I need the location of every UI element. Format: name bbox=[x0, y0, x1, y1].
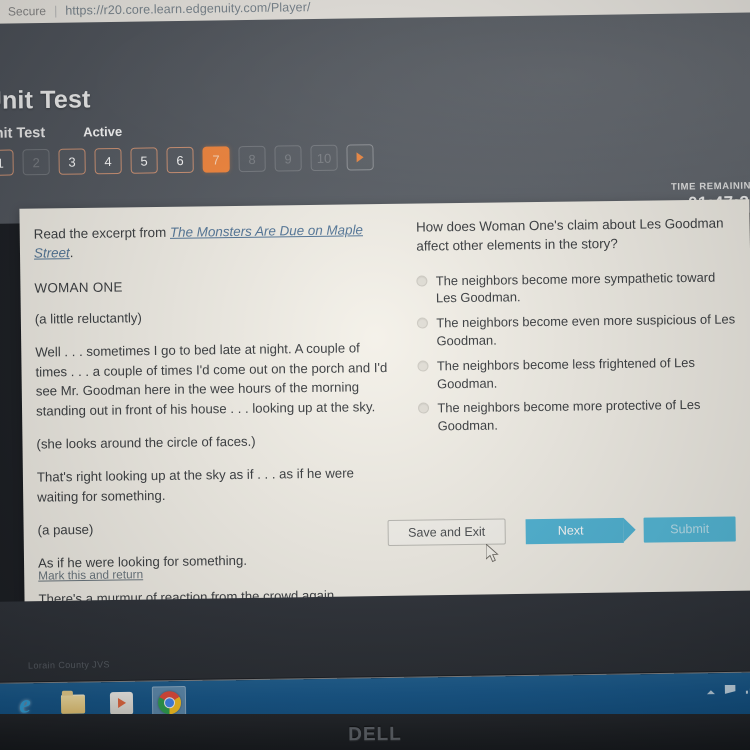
card-footer: Mark this and return Save and Exit Next … bbox=[24, 513, 750, 583]
pager-item-2[interactable]: 2 bbox=[22, 148, 50, 176]
radio-button-icon[interactable] bbox=[418, 402, 430, 414]
screen-photo: Secure | https://r20.core.learn.edgenuit… bbox=[0, 0, 750, 750]
radio-button-icon[interactable] bbox=[417, 317, 429, 329]
system-tray bbox=[706, 684, 750, 695]
pager-item-10-label: 10 bbox=[316, 150, 332, 166]
pager-item-6[interactable]: 6 bbox=[166, 146, 194, 174]
folder-icon bbox=[60, 693, 86, 714]
answer-option-a-label: The neighbors become more sympathetic to… bbox=[435, 269, 716, 306]
address-bar-url[interactable]: https://r20.core.learn.edgenuity.com/Pla… bbox=[65, 0, 310, 18]
pager-item-3-label: 3 bbox=[68, 154, 76, 170]
question-prompt: How does Woman One's claim about Les Goo… bbox=[415, 215, 724, 254]
answer-option-b[interactable]: The neighbors become even more suspiciou… bbox=[417, 311, 737, 351]
pager-next-button[interactable] bbox=[346, 144, 374, 171]
radio-button-icon[interactable] bbox=[416, 275, 428, 287]
radio-button-icon[interactable] bbox=[417, 360, 429, 372]
passage-paragraph-2: That's right looking up at the sky as if… bbox=[36, 465, 354, 505]
pager-item-7-label: 7 bbox=[212, 151, 220, 168]
network-signal-icon[interactable] bbox=[745, 684, 750, 694]
desktop-background bbox=[0, 590, 750, 682]
pager-item-4-label: 4 bbox=[104, 153, 112, 169]
passage-stage-direction-2: (she looks around the circle of faces.) bbox=[36, 433, 256, 452]
breadcrumb-status-label: Active bbox=[83, 123, 123, 140]
media-player-icon bbox=[109, 691, 133, 715]
pager-item-8-label: 8 bbox=[248, 151, 256, 167]
answer-option-c-label: The neighbors become less frightened of … bbox=[436, 354, 695, 391]
answer-option-d[interactable]: The neighbors become more protective of … bbox=[418, 396, 738, 436]
question-content-card: Read the excerpt from The Monsters Are D… bbox=[19, 199, 750, 609]
pager-item-4[interactable]: 4 bbox=[94, 147, 122, 175]
answer-option-d-label: The neighbors become more protective of … bbox=[437, 397, 701, 434]
pager-item-1-label: 1 bbox=[0, 155, 4, 171]
submit-button[interactable]: Submit bbox=[643, 515, 736, 543]
passage-instruction-suffix: . bbox=[69, 245, 74, 261]
passage-instruction: Read the excerpt from The Monsters Are D… bbox=[34, 220, 393, 263]
time-remaining-label: TIME REMAINING bbox=[670, 180, 750, 193]
laptop-bezel: DELL bbox=[0, 714, 750, 750]
pager-item-1[interactable]: 1 bbox=[0, 149, 14, 176]
passage-stage-direction-1: (a little reluctantly) bbox=[34, 310, 142, 327]
page-title: Unit Test bbox=[0, 85, 91, 115]
pager-item-9-label: 9 bbox=[284, 150, 292, 166]
next-button[interactable]: Next bbox=[525, 517, 624, 544]
pager-item-7-current[interactable]: 7 bbox=[202, 146, 230, 173]
action-center-flag-icon[interactable] bbox=[724, 685, 735, 694]
dell-brand-logo: DELL bbox=[348, 723, 402, 746]
answer-option-c[interactable]: The neighbors become less frightened of … bbox=[417, 353, 738, 393]
show-hidden-icons-icon[interactable] bbox=[706, 690, 715, 695]
wallpaper-caption: Lorain County JVS bbox=[27, 659, 110, 671]
pager-item-5[interactable]: 5 bbox=[130, 147, 158, 174]
answer-option-a[interactable]: The neighbors become more sympathetic to… bbox=[416, 268, 737, 308]
answer-options: The neighbors become more sympathetic to… bbox=[416, 268, 739, 436]
pager-item-10[interactable]: 10 bbox=[310, 144, 338, 172]
footer-button-row: Save and Exit Next Submit bbox=[387, 515, 736, 547]
pager-item-3[interactable]: 3 bbox=[58, 148, 86, 175]
pager-item-5-label: 5 bbox=[140, 153, 148, 169]
secure-badge: Secure bbox=[7, 4, 47, 19]
pager-item-8[interactable]: 8 bbox=[238, 145, 266, 173]
address-bar-divider: | bbox=[53, 3, 58, 18]
passage-instruction-prefix: Read the excerpt from bbox=[33, 224, 171, 242]
app-header: Unit Test Unit Test Active 1 2 3 4 5 6 7… bbox=[0, 12, 750, 224]
answer-option-b-label: The neighbors become even more suspiciou… bbox=[436, 311, 736, 349]
breadcrumb: Unit Test Active bbox=[0, 124, 122, 142]
play-triangle-icon bbox=[356, 152, 364, 163]
save-and-exit-button[interactable]: Save and Exit bbox=[387, 518, 506, 547]
passage-speaker: WOMAN ONE bbox=[34, 279, 123, 296]
breadcrumb-unit-label[interactable]: Unit Test bbox=[0, 125, 45, 142]
passage-paragraph-1: Well . . . sometimes I go to bed late at… bbox=[35, 340, 388, 419]
chrome-icon bbox=[157, 690, 181, 714]
pager-item-2-label: 2 bbox=[32, 154, 40, 170]
pager-item-9[interactable]: 9 bbox=[274, 145, 302, 172]
pager-item-6-label: 6 bbox=[176, 152, 184, 168]
question-pager[interactable]: 1 2 3 4 5 6 7 8 9 10 bbox=[0, 144, 374, 176]
mark-this-and-return-link[interactable]: Mark this and return bbox=[38, 567, 143, 582]
